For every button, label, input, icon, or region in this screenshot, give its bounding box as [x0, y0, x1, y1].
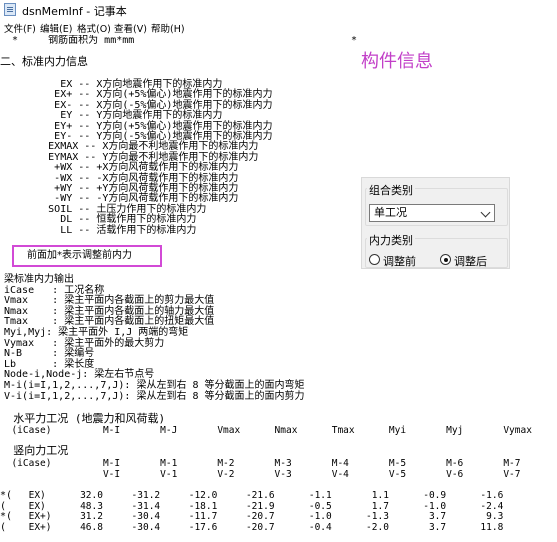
table2-title: 竖向力工况 — [0, 444, 69, 457]
legend-line: EX+ -- X方向(+5%偏心)地震作用下的标准内力 — [0, 89, 273, 101]
combo-group-label: 组合类别 — [367, 182, 415, 198]
output-line: N-B : 梁编号 — [4, 348, 95, 360]
output-line: 梁标准内力输出 — [4, 274, 74, 285]
table2-header-v: V-I V-1 V-2 V-3 V-4 V-5 V-6 V-7 V-J Tmax — [102, 469, 521, 480]
table-row: EX) 32.0 -31.2 -12.0 -21.6 -1.1 1.1 -0.9… — [0, 490, 504, 501]
window-title: dsnMemInf - 记事本 — [22, 5, 127, 18]
table-row: EX+) 31.2 -30.4 -11.7 -20.7 -1.0 -1.3 3.… — [0, 511, 504, 522]
legend-line: EXMAX -- X方向最不利地震作用下的标准内力 — [0, 141, 259, 153]
title-bar: dsnMemInf - 记事本 — [0, 0, 557, 20]
legend-line: -WY -- -Y方向风荷载作用下的标准内力 — [0, 193, 239, 205]
table-row: EX+) 46.8 -30.4 -17.6 -20.7 -0.4 -2.0 3.… — [0, 521, 504, 533]
output-line: iCase : 工况名称 — [4, 284, 105, 296]
option-panel: 组合类别 单工况 内力类别 调整前 调整后 — [361, 177, 510, 269]
legend-line: EY+ -- Y方向(+5%偏心)地震作用下的标准内力 — [0, 120, 273, 132]
text-area[interactable]: * 钢筋面积为 mm*mm * 二、标准内力信息 EX -- X方向地震作用下的… — [0, 35, 557, 542]
combo-type-value: 单工况 — [374, 206, 407, 219]
output-line: Node-i,Node-j: 梁左右节点号 — [4, 369, 155, 381]
output-line: Myi,Myj: 梁主平面外 I,J 两端的弯矩 — [4, 327, 189, 338]
output-line: V-i(i=I,1,2,...,7,J): 梁从左到右 8 等分截面上的面内剪力 — [4, 390, 305, 402]
section-title: 二、标准内力信息 — [0, 55, 88, 68]
force-group-label: 内力类别 — [367, 232, 415, 248]
combo-type-select[interactable]: 单工况 — [369, 204, 495, 222]
chevron-down-icon — [480, 207, 491, 218]
menu-format[interactable]: 格式(O) — [77, 21, 111, 35]
legend-line: LL -- 活载作用下的标准内力 — [0, 224, 197, 236]
legend-line: -WX -- -X方向风荷载作用下的标准内力 — [0, 172, 239, 184]
legend-line: +WX -- +X方向风荷载作用下的标准内力 — [0, 162, 239, 174]
table1-title: 水平力工况 (地震力和风荷载) — [0, 412, 166, 425]
header-line: * 钢筋面积为 mm*mm * — [0, 35, 358, 46]
radio-selected-icon — [440, 254, 451, 265]
menu-help[interactable]: 帮助(H) — [151, 21, 185, 35]
output-line: M-i(i=I,1,2,...,7,J): 梁从左到右 8 等分截面上的面内弯矩 — [4, 380, 305, 391]
notepad-icon — [4, 3, 16, 16]
output-line: Vmax : 梁主平面内各截面上的剪力最大值 — [4, 295, 215, 307]
legend-line: DL -- 恒载作用下的标准内力 — [0, 214, 197, 226]
table1-header: (iCase) M-I M-J Vmax Nmax Tmax Myi Myj V… — [0, 425, 532, 436]
output-line: Tmax : 梁主平面内各截面上的扭矩最大值 — [4, 316, 215, 328]
output-line: Vymax : 梁主平面外的最大剪力 — [4, 337, 165, 349]
menu-file[interactable]: 文件(F) — [4, 21, 36, 35]
menu-view[interactable]: 查看(V) — [114, 21, 147, 35]
radio-icon — [369, 254, 380, 265]
menu-bar: 文件(F) 编辑(E) 格式(O) 查看(V) 帮助(H) — [0, 20, 557, 35]
member-info-title: 构件信息 — [361, 51, 433, 72]
legend-line: EY -- Y方向地震作用下的标准内力 — [0, 110, 223, 122]
table-row: EX) 48.3 -31.4 -18.1 -21.9 -0.5 1.7 -1.0… — [0, 500, 504, 512]
note-box: 前面加*表示调整前内力 — [12, 245, 162, 267]
menu-edit[interactable]: 编辑(E) — [40, 21, 72, 35]
table2-header-m: (iCase) M-I M-1 M-2 M-3 M-4 M-5 M-6 M-7 … — [11, 458, 521, 469]
